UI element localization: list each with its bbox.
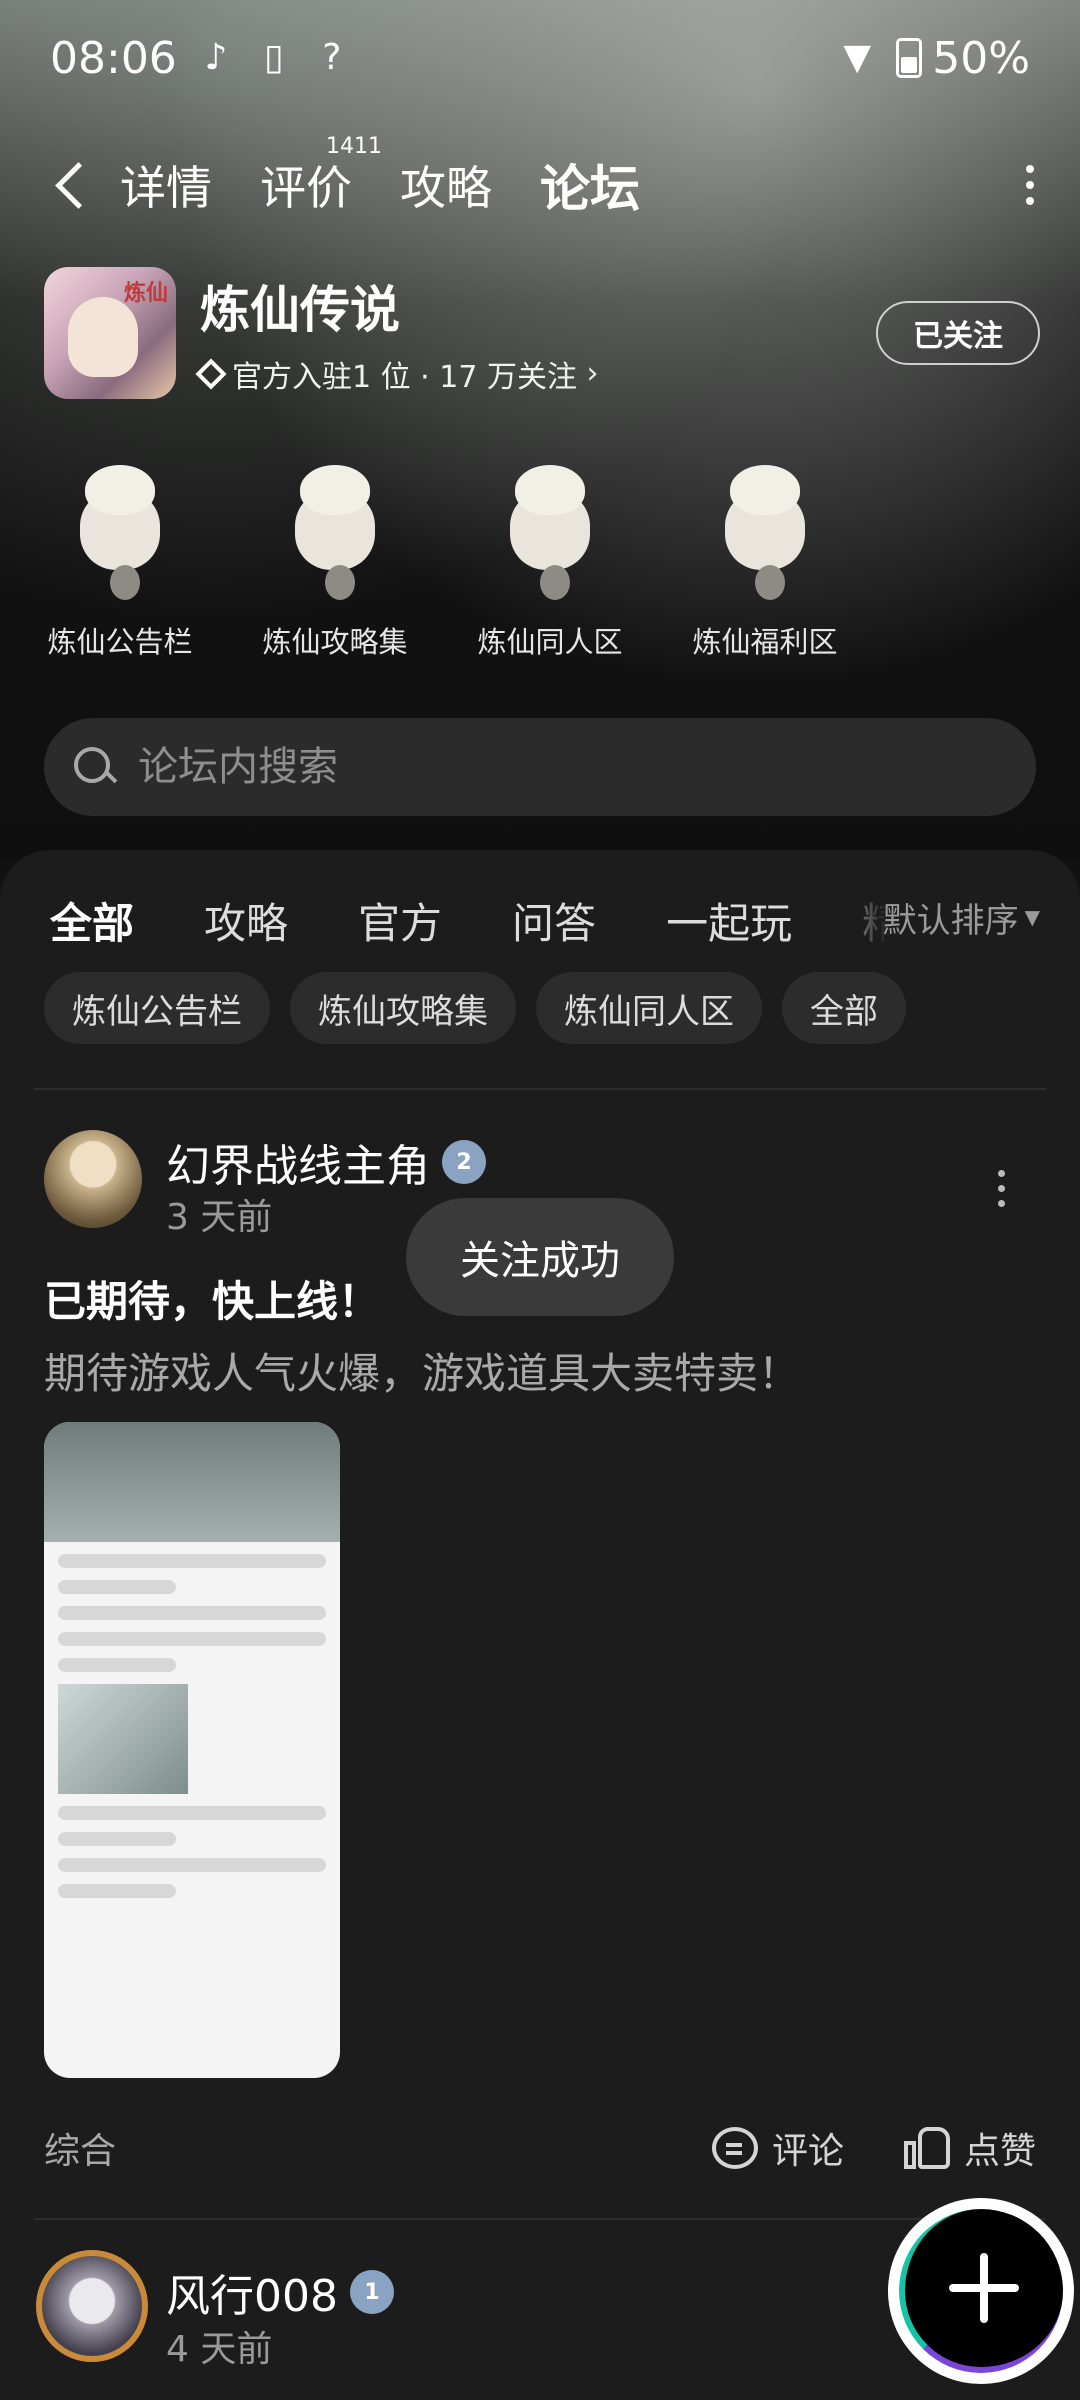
comment-icon bbox=[711, 2127, 758, 2169]
tab-guide[interactable]: 攻略 bbox=[204, 890, 288, 951]
unknown-app-icon: ? bbox=[322, 37, 342, 78]
battery-level: 50% bbox=[932, 32, 1030, 84]
post-tag[interactable]: 综合 bbox=[44, 2122, 116, 2174]
sort-dropdown[interactable]: 默认排序 ▼ bbox=[822, 882, 1040, 952]
subforum-announcement[interactable]: 炼仙公告栏 bbox=[30, 455, 210, 661]
review-count-badge: 1411 bbox=[326, 134, 382, 159]
chip-fanart[interactable]: 炼仙同人区 bbox=[536, 972, 762, 1044]
search-input[interactable] bbox=[136, 743, 940, 791]
app-icon[interactable] bbox=[44, 266, 176, 399]
post-card[interactable]: 风行008 1 4 天前 bbox=[36, 2250, 1036, 2390]
post-more-icon[interactable] bbox=[998, 1170, 1006, 1207]
phone-sync-icon: ▯ bbox=[263, 37, 284, 78]
subforum-guides[interactable]: 炼仙攻略集 bbox=[245, 455, 425, 661]
wifi-icon: ▼ bbox=[843, 37, 872, 78]
comment-button[interactable]: 评论 bbox=[711, 2122, 844, 2174]
thumbs-up-icon bbox=[903, 2125, 950, 2171]
post-footer: 综合 评论 点赞 bbox=[44, 2118, 1036, 2178]
follow-button[interactable]: 已关注 bbox=[876, 300, 1040, 365]
search-bar[interactable] bbox=[44, 718, 1036, 816]
divider bbox=[34, 1088, 1046, 1090]
post-image[interactable] bbox=[44, 1422, 340, 2078]
tiktok-icon: ♪ bbox=[204, 37, 228, 78]
top-navigation: 详情 评价 1411 攻略 论坛 bbox=[50, 134, 1040, 230]
mascot-icon bbox=[705, 455, 825, 605]
create-post-button[interactable] bbox=[888, 2198, 1074, 2384]
filter-chips: 炼仙公告栏 炼仙攻略集 炼仙同人区 全部 bbox=[44, 972, 906, 1044]
plus-icon bbox=[949, 2253, 1019, 2323]
subforum-list: 炼仙公告栏 炼仙攻略集 炼仙同人区 炼仙福利区 bbox=[30, 455, 855, 661]
app-meta[interactable]: 官方入驻1 位 · 17 万关注 › bbox=[195, 352, 599, 396]
level-badge-icon: 2 bbox=[442, 1140, 486, 1184]
more-options-icon[interactable] bbox=[1020, 165, 1040, 205]
status-time: 08:06 bbox=[50, 32, 177, 84]
mascot-icon bbox=[490, 455, 610, 605]
mascot-icon bbox=[275, 455, 395, 605]
like-button[interactable]: 点赞 bbox=[903, 2122, 1036, 2174]
chip-announcement[interactable]: 炼仙公告栏 bbox=[44, 972, 270, 1044]
app-title: 炼仙传说 bbox=[200, 280, 400, 339]
post-body: 期待游戏人气火爆，游戏道具大卖特卖！ bbox=[44, 1349, 801, 1398]
tab-details[interactable]: 详情 bbox=[120, 152, 212, 218]
search-icon bbox=[74, 747, 114, 787]
post-title: 已期待，快上线！ bbox=[44, 1277, 381, 1326]
status-bar: 08:06 ♪ ▯ ? ▼ 50% bbox=[50, 28, 1030, 88]
toast-message: 关注成功 bbox=[406, 1198, 674, 1316]
tab-play-together[interactable]: 一起玩 bbox=[666, 890, 792, 951]
tab-qa[interactable]: 问答 bbox=[512, 890, 596, 951]
diamond-icon bbox=[195, 357, 227, 390]
avatar[interactable] bbox=[36, 2250, 148, 2362]
caret-down-icon: ▼ bbox=[1024, 905, 1040, 929]
battery-icon bbox=[896, 38, 923, 78]
app-info: 炼仙传说 官方入驻1 位 · 17 万关注 › 已关注 bbox=[44, 265, 1040, 400]
tab-guides[interactable]: 攻略 bbox=[400, 152, 492, 218]
chip-all[interactable]: 全部 bbox=[782, 972, 906, 1044]
tab-official[interactable]: 官方 bbox=[358, 890, 442, 951]
mascot-icon bbox=[60, 455, 180, 605]
chevron-right-icon: › bbox=[576, 356, 599, 391]
tab-forum[interactable]: 论坛 bbox=[540, 149, 640, 221]
subforum-welfare[interactable]: 炼仙福利区 bbox=[675, 455, 855, 661]
divider bbox=[34, 2218, 1046, 2220]
tab-reviews[interactable]: 评价 1411 bbox=[260, 134, 382, 218]
tab-all[interactable]: 全部 bbox=[50, 890, 135, 951]
post-time: 4 天前 bbox=[166, 2329, 273, 2370]
back-icon[interactable] bbox=[50, 155, 90, 215]
level-badge-icon: 1 bbox=[349, 2270, 394, 2314]
post-username[interactable]: 风行008 bbox=[166, 2260, 338, 2324]
chip-guides[interactable]: 炼仙攻略集 bbox=[290, 972, 516, 1044]
avatar[interactable] bbox=[44, 1130, 142, 1228]
subforum-fanart[interactable]: 炼仙同人区 bbox=[460, 455, 640, 661]
post-username[interactable]: 幻界战线主角 bbox=[166, 1130, 430, 1194]
post-time: 3 天前 bbox=[166, 1197, 273, 1238]
